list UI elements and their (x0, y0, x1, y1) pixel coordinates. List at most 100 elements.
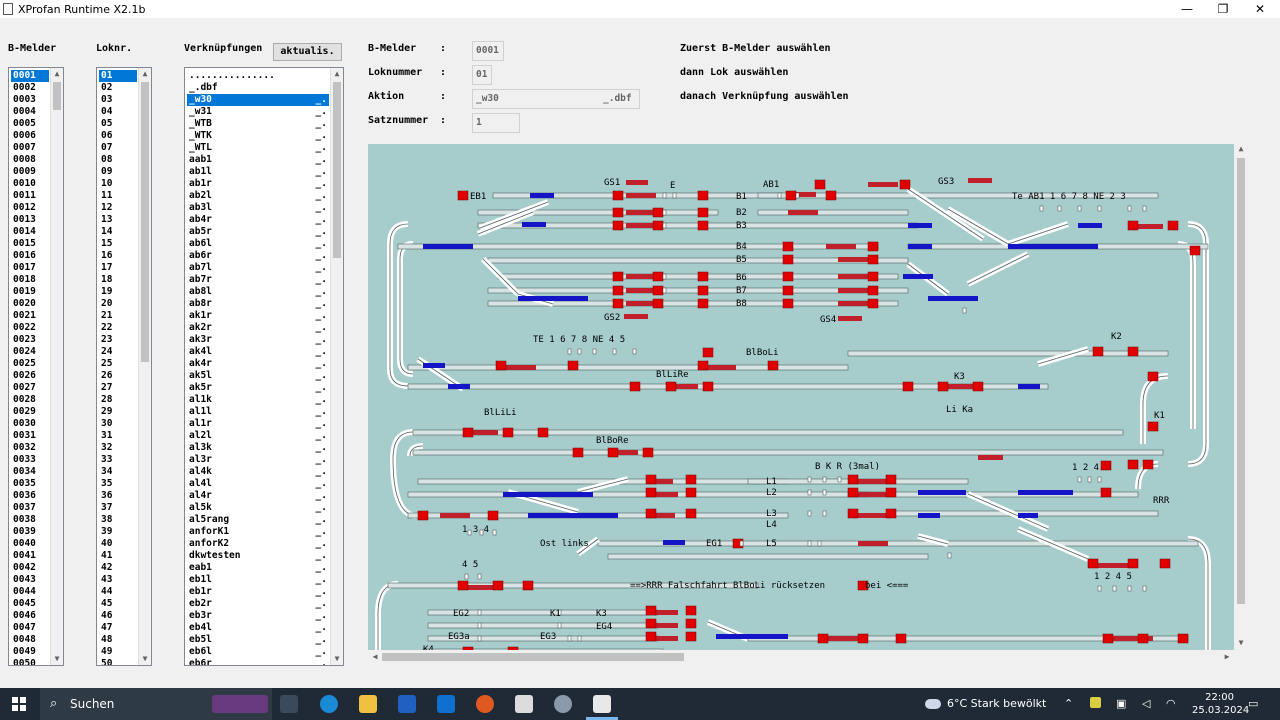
verkn-item[interactable]: eb2r _. (187, 598, 329, 610)
lok-scrollbar[interactable]: ▲ ▼ (138, 68, 151, 665)
verkn-item[interactable]: al1l _. (187, 406, 329, 418)
sensor-block[interactable] (685, 631, 697, 642)
lok-item[interactable]: 01 (99, 70, 137, 82)
scroll-up-icon[interactable]: ▲ (331, 68, 343, 80)
bmelder-item[interactable]: 0016 (11, 250, 49, 262)
sensor-block[interactable] (457, 580, 469, 591)
verkn-item[interactable]: al3r _. (187, 454, 329, 466)
sensor-block[interactable] (457, 190, 469, 201)
bmelder-item[interactable]: 0044 (11, 586, 49, 598)
verkn-item[interactable]: ak5r _. (187, 382, 329, 394)
lok-item[interactable]: 19 (99, 286, 137, 298)
sensor-block[interactable] (645, 474, 657, 485)
sensor-block[interactable] (782, 241, 794, 252)
tool-app-icon[interactable] (554, 695, 572, 713)
sensor-block[interactable] (685, 474, 697, 485)
lok-item[interactable]: 24 (99, 346, 137, 358)
bmelder-item[interactable]: 0004 (11, 106, 49, 118)
sensor-block[interactable] (702, 347, 714, 358)
scroll-thumb[interactable] (382, 653, 684, 661)
bmelder-item[interactable]: 0034 (11, 466, 49, 478)
verkn-item[interactable]: eb1r _. (187, 586, 329, 598)
sensor-block[interactable] (972, 381, 984, 392)
sensor-block[interactable] (697, 298, 709, 309)
sensor-block[interactable] (1189, 245, 1201, 256)
lok-item[interactable]: 15 (99, 238, 137, 250)
verkn-item[interactable]: ab1r _. (187, 178, 329, 190)
sensor-block[interactable] (1100, 487, 1112, 498)
lok-item[interactable]: 02 (99, 82, 137, 94)
sensor-block[interactable] (685, 618, 697, 629)
bmelder-item[interactable]: 0042 (11, 562, 49, 574)
bmelder-item[interactable]: 0003 (11, 94, 49, 106)
document-app-icon[interactable] (515, 695, 533, 713)
sensor-block[interactable] (847, 508, 859, 519)
scroll-up-icon[interactable]: ▲ (1234, 144, 1248, 156)
lok-item[interactable]: 29 (99, 406, 137, 418)
bmelder-item[interactable]: 0011 (11, 190, 49, 202)
lok-item[interactable]: 10 (99, 178, 137, 190)
sensor-block[interactable] (645, 631, 657, 642)
chevron-up-icon[interactable]: ⌃ (1064, 697, 1073, 710)
sensor-block[interactable] (895, 633, 907, 644)
lok-item[interactable]: 47 (99, 622, 137, 634)
bmelder-item[interactable]: 0017 (11, 262, 49, 274)
weather-widget[interactable]: 6°C Stark bewölkt (925, 697, 1046, 710)
clock[interactable]: 22:00 25.03.2024 (1192, 691, 1249, 717)
verkn-item[interactable]: al5rang _. (187, 514, 329, 526)
sensor-block[interactable] (782, 298, 794, 309)
sensor-block[interactable] (645, 487, 657, 498)
scroll-right-icon[interactable]: ▶ (1220, 650, 1234, 664)
verkn-item[interactable]: ab8r _. (187, 298, 329, 310)
aktualis-button[interactable]: aktualis. (273, 43, 342, 61)
bmelder-item[interactable]: 0037 (11, 502, 49, 514)
bmelder-item[interactable]: 0040 (11, 538, 49, 550)
bmelder-item[interactable]: 0027 (11, 382, 49, 394)
verkn-item[interactable]: al3k _. (187, 442, 329, 454)
sensor-block[interactable] (612, 271, 624, 282)
bmelder-item[interactable]: 0022 (11, 322, 49, 334)
sensor-block[interactable] (645, 605, 657, 616)
sensor-block[interactable] (685, 487, 697, 498)
lok-item[interactable]: 36 (99, 490, 137, 502)
verkn-item[interactable]: ab7r _. (187, 274, 329, 286)
firefox-icon[interactable] (476, 695, 494, 713)
bmelder-item[interactable]: 0038 (11, 514, 49, 526)
satz-field[interactable]: 1 (472, 113, 520, 133)
tray-app-icon[interactable] (1090, 697, 1101, 708)
verkn-scrollbar[interactable]: ▲ ▼ (330, 68, 343, 665)
sensor-block[interactable] (867, 254, 879, 265)
sensor-block[interactable] (652, 285, 664, 296)
network-icon[interactable]: ◠ (1166, 697, 1176, 710)
verkn-item[interactable]: eb4l _. (187, 622, 329, 634)
track-layout-panel[interactable]: GS1 E B1 AB1 GS3 EB1 B2 B3 Te AB1 1 6 7 8 NE 2 3… (368, 144, 1234, 650)
verkn-item[interactable]: _WTL _. (187, 142, 329, 154)
sensor-block[interactable] (462, 427, 474, 438)
sensor-block[interactable] (782, 254, 794, 265)
verkn-item[interactable]: ............... (187, 70, 329, 82)
verkn-item[interactable]: _.dbf (187, 82, 329, 94)
bmelder-item[interactable]: 0010 (11, 178, 49, 190)
sensor-block[interactable] (1102, 633, 1114, 644)
sensor-block[interactable] (1167, 220, 1179, 231)
verkn-item[interactable]: ab6l _. (187, 238, 329, 250)
lok-item[interactable]: 35 (99, 478, 137, 490)
sensor-block[interactable] (495, 360, 507, 371)
verkn-item[interactable]: al5k _. (187, 502, 329, 514)
sensor-block[interactable] (1100, 460, 1112, 471)
sensor-block[interactable] (642, 447, 654, 458)
verkn-item[interactable]: ab1l _. (187, 166, 329, 178)
bmelder-item[interactable]: 0033 (11, 454, 49, 466)
windows-start-icon[interactable] (12, 697, 26, 711)
sensor-block[interactable] (847, 487, 859, 498)
lok-item[interactable]: 25 (99, 358, 137, 370)
verkn-item[interactable]: ab7l _. (187, 262, 329, 274)
lok-item[interactable]: 21 (99, 310, 137, 322)
bmelder-item[interactable]: 0032 (11, 442, 49, 454)
lok-item[interactable]: 03 (99, 94, 137, 106)
lok-item[interactable]: 22 (99, 322, 137, 334)
sensor-block[interactable] (899, 179, 911, 190)
bmelder-item[interactable]: 0002 (11, 82, 49, 94)
bmelder-item[interactable]: 0029 (11, 406, 49, 418)
verkn-item[interactable]: eb5l _. (187, 634, 329, 646)
